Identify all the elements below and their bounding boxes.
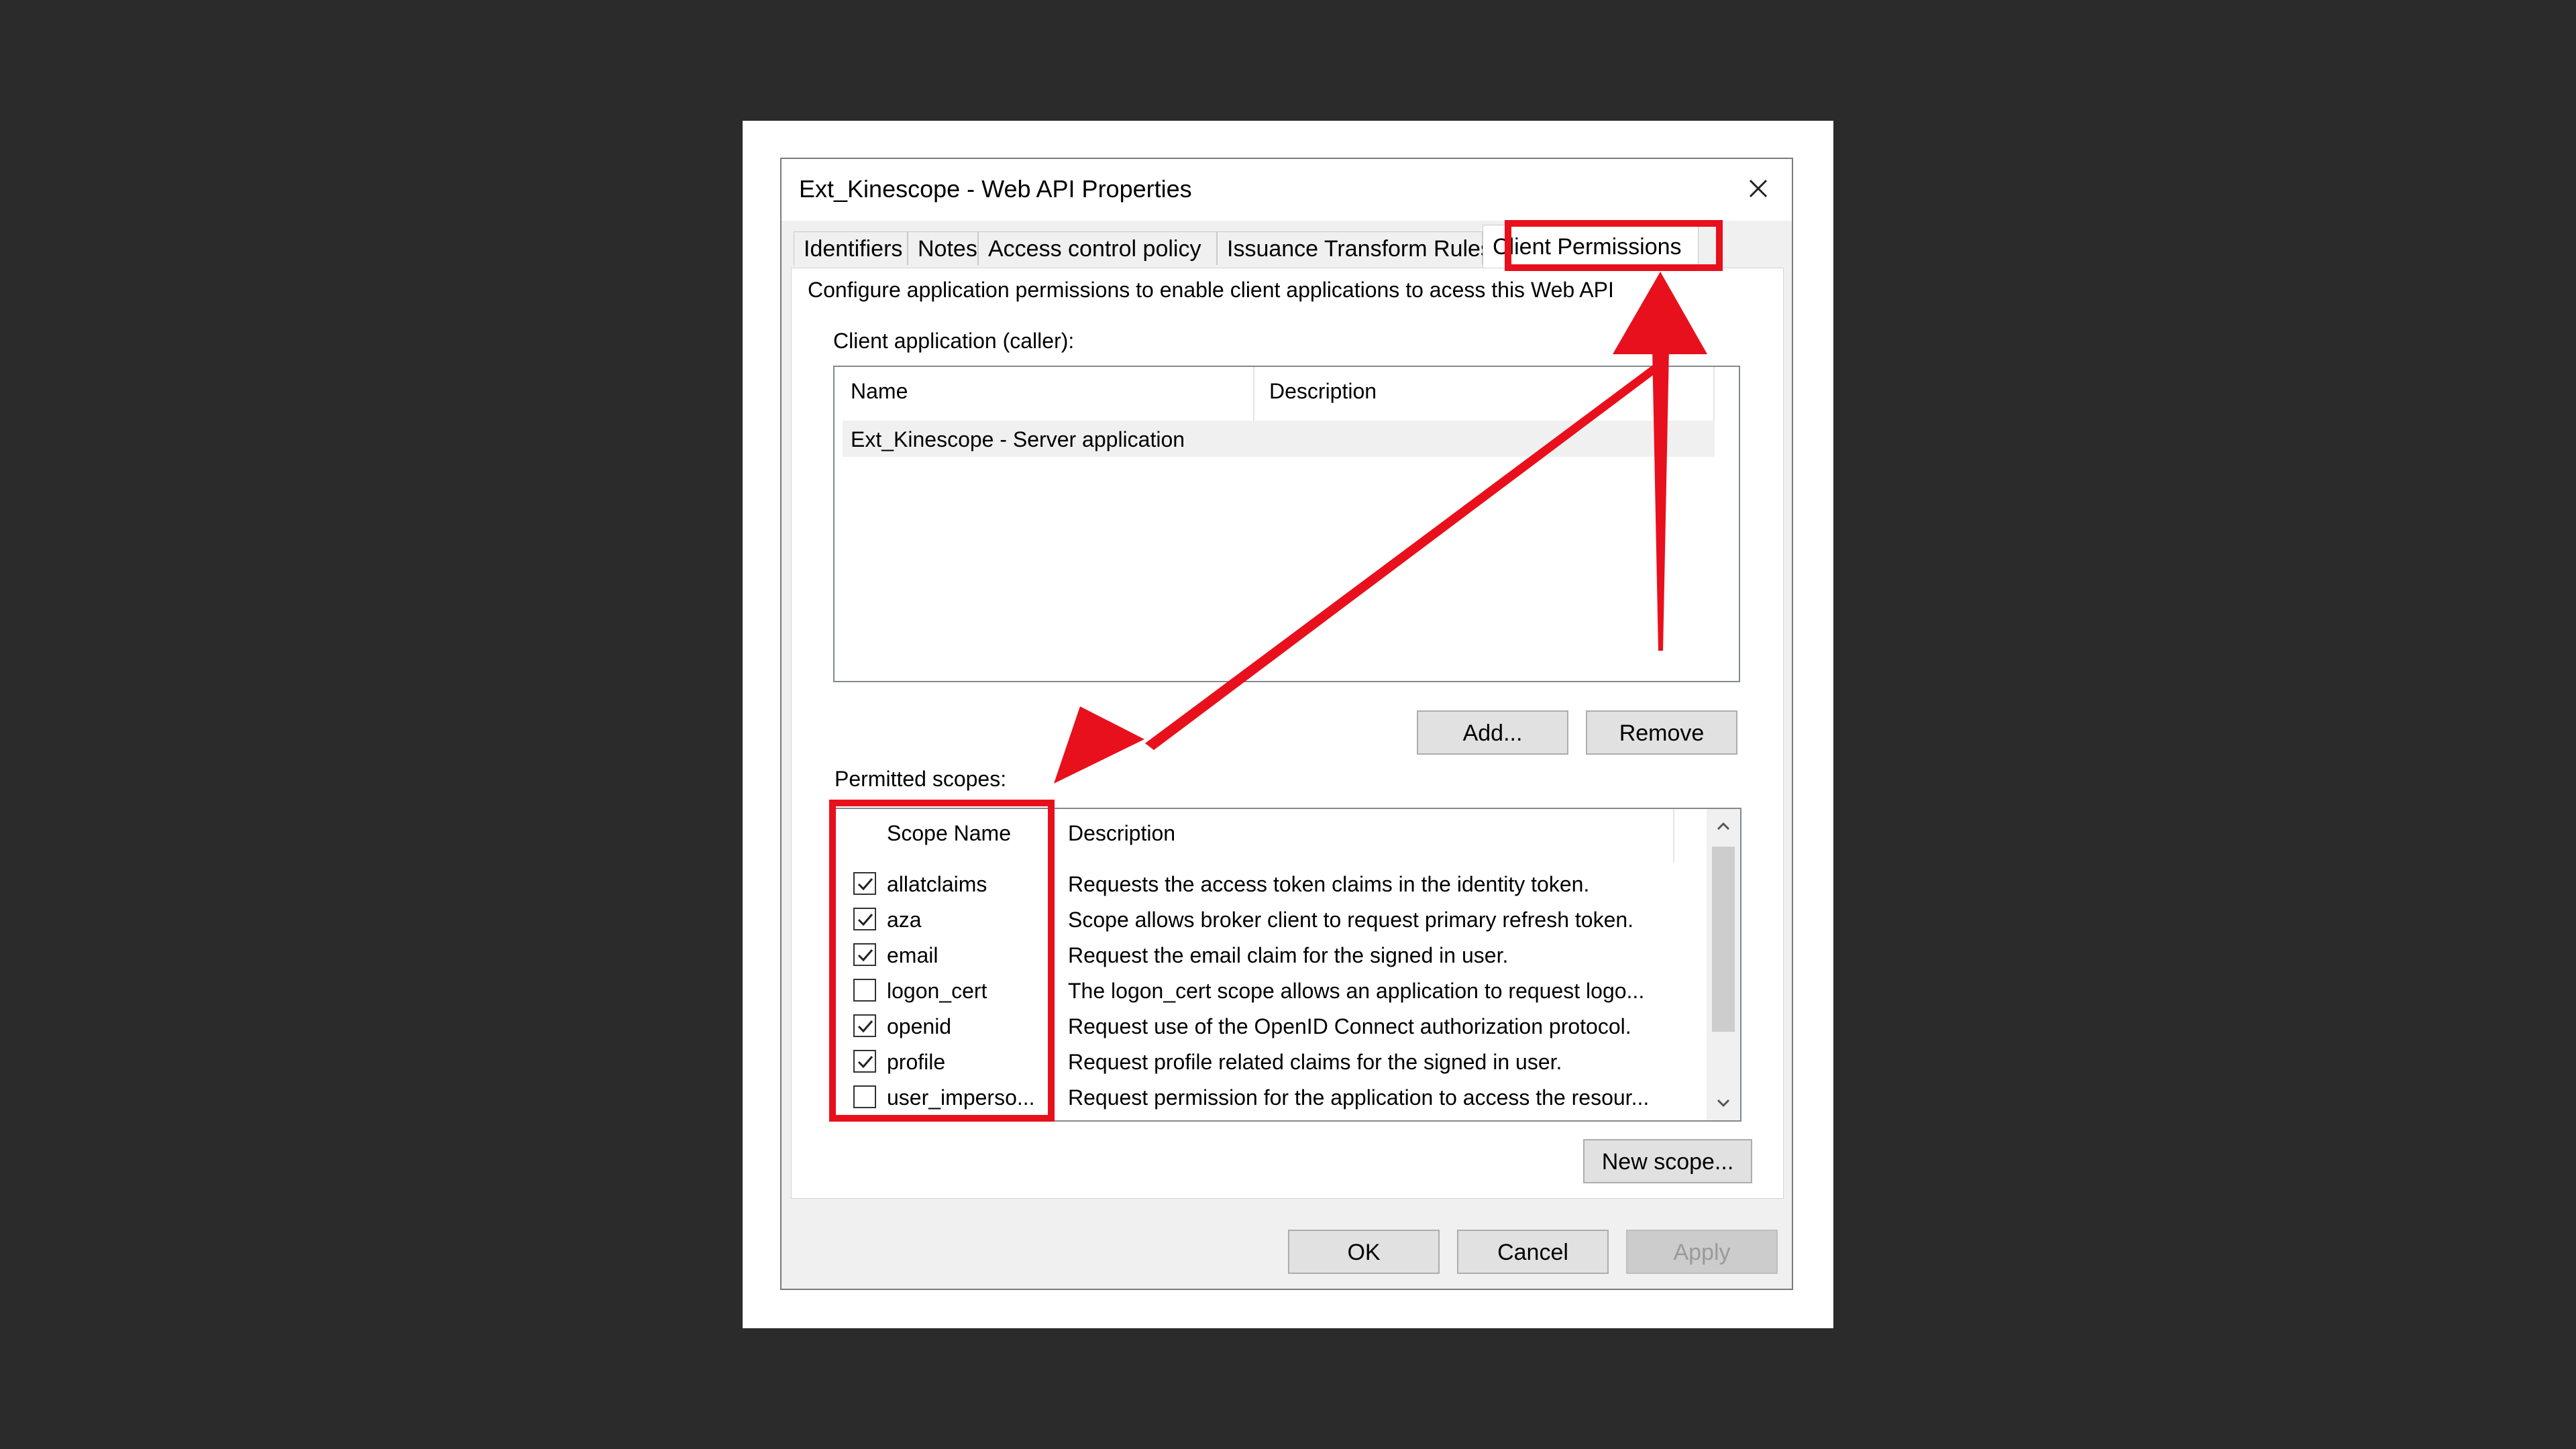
scope-description: Scope allows broker client to request pr… xyxy=(1068,908,1634,932)
table-row[interactable]: Ext_Kinescope - Server application xyxy=(843,421,1715,457)
scope-name: aza xyxy=(887,908,922,932)
title-bar: Ext_Kinescope - Web API Properties xyxy=(782,159,1792,221)
checkbox-checked[interactable] xyxy=(853,908,876,930)
scope-row[interactable]: allatclaims Requests the access token cla… xyxy=(843,865,1700,902)
scope-row[interactable]: profile Request profile related claims fo… xyxy=(843,1043,1700,1079)
add-button[interactable]: Add... xyxy=(1417,710,1568,755)
properties-dialog: Ext_Kinescope - Web API Properties Ident… xyxy=(780,158,1793,1290)
close-icon[interactable] xyxy=(1737,167,1780,210)
tab-identifiers[interactable]: Identifiers xyxy=(794,231,908,265)
checkmark-icon xyxy=(857,914,873,926)
scope-description: Request profile related claims for the s… xyxy=(1068,1050,1562,1074)
tab-notes[interactable]: Notes xyxy=(908,231,978,265)
permitted-scopes-list[interactable]: Scope Name Description allatclaims Reques… xyxy=(835,808,1741,1122)
column-divider xyxy=(1673,809,1674,863)
scopes-scrollbar[interactable] xyxy=(1707,809,1740,1120)
ok-button[interactable]: OK xyxy=(1288,1230,1440,1274)
scope-row[interactable]: aza Scope allows broker client to request… xyxy=(843,901,1700,937)
checkbox-checked[interactable] xyxy=(853,943,876,966)
checkmark-icon xyxy=(857,949,873,962)
column-divider xyxy=(1713,367,1715,422)
scope-name: allatclaims xyxy=(887,872,987,896)
scope-row[interactable]: user_imperso... Request permission for th… xyxy=(843,1079,1700,1115)
column-header-description[interactable]: Description xyxy=(1269,379,1377,404)
scope-row[interactable]: openid Request use of the OpenID Connect … xyxy=(843,1008,1700,1044)
checkbox-unchecked[interactable] xyxy=(853,1085,876,1108)
checkmark-icon xyxy=(857,1056,873,1069)
scope-name: openid xyxy=(887,1014,952,1038)
column-header-name[interactable]: Name xyxy=(851,379,908,404)
column-header-scope-name[interactable]: Scope Name xyxy=(887,821,1011,846)
scroll-down-icon[interactable] xyxy=(1707,1085,1740,1120)
remove-button[interactable]: Remove xyxy=(1586,710,1737,755)
checkbox-unchecked[interactable] xyxy=(853,979,876,1002)
tab-strip: Identifiers Notes Access control policy … xyxy=(782,225,1792,268)
permitted-scopes-label: Permitted scopes: xyxy=(835,767,1007,791)
scope-description: The logon_cert scope allows an applicati… xyxy=(1068,979,1645,1003)
apply-button[interactable]: Apply xyxy=(1626,1230,1778,1274)
scope-description: Request permission for the application t… xyxy=(1068,1085,1650,1110)
column-header-scope-description[interactable]: Description xyxy=(1068,821,1175,846)
client-name: Ext_Kinescope - Server application xyxy=(851,427,1185,451)
checkbox-checked[interactable] xyxy=(853,872,876,895)
scope-description: Request the email claim for the signed i… xyxy=(1068,943,1509,967)
tab-issuance-transform-rules[interactable]: Issuance Transform Rules xyxy=(1217,231,1492,265)
intro-text: Configure application permissions to ena… xyxy=(808,278,1614,302)
scope-row[interactable]: email Request the email claim for the sig… xyxy=(843,936,1700,973)
checkmark-icon xyxy=(857,1020,873,1033)
checkbox-checked[interactable] xyxy=(853,1014,876,1037)
scope-name: email xyxy=(887,943,938,967)
scroll-up-icon[interactable] xyxy=(1707,809,1740,844)
scope-name: profile xyxy=(887,1050,946,1074)
tab-access-control-policy[interactable]: Access control policy xyxy=(978,231,1217,265)
tab-client-permissions[interactable]: Client Permissions xyxy=(1483,225,1699,268)
column-divider xyxy=(1253,367,1254,422)
window-title: Ext_Kinescope - Web API Properties xyxy=(799,175,1192,203)
scope-name: user_imperso... xyxy=(887,1085,1035,1110)
cancel-button[interactable]: Cancel xyxy=(1457,1230,1609,1274)
client-application-label: Client application (caller): xyxy=(833,329,1075,353)
scroll-thumb[interactable] xyxy=(1712,847,1735,1032)
scope-name: logon_cert xyxy=(887,979,987,1003)
client-permissions-panel: Configure application permissions to ena… xyxy=(791,268,1784,1199)
new-scope-button[interactable]: New scope... xyxy=(1583,1139,1752,1183)
scope-description: Requests the access token claims in the … xyxy=(1068,872,1590,896)
client-applications-list[interactable]: Name Description Ext_Kinescope - Server … xyxy=(833,366,1740,682)
checkmark-icon xyxy=(857,878,873,891)
checkbox-checked[interactable] xyxy=(853,1050,876,1073)
scope-row[interactable]: logon_cert The logon_cert scope allows an… xyxy=(843,972,1700,1008)
scope-description: Request use of the OpenID Connect author… xyxy=(1068,1014,1631,1038)
